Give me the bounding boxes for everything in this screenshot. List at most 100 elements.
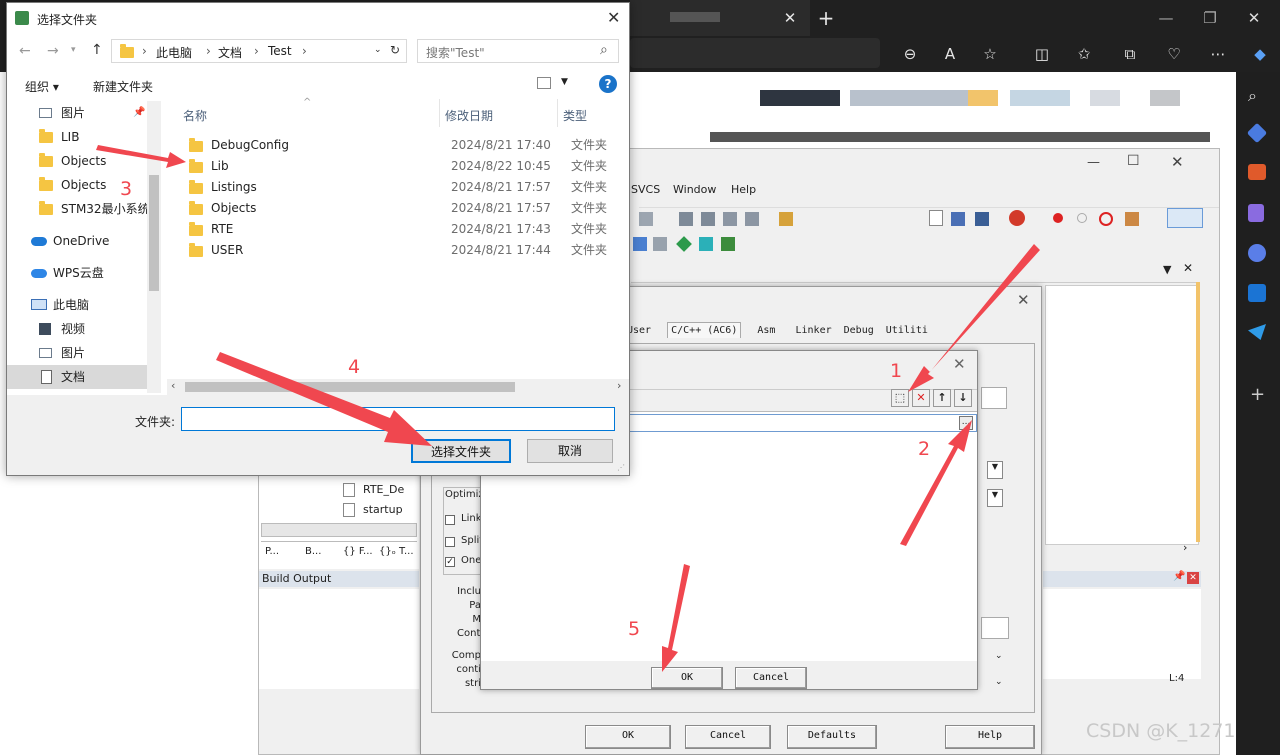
- toolbar-icon[interactable]: [721, 237, 735, 251]
- up-icon[interactable]: ↑: [91, 42, 103, 58]
- toolbox-icon[interactable]: [1248, 164, 1266, 180]
- sidebar-item-lib[interactable]: LIB: [7, 125, 147, 149]
- options-help-button[interactable]: Help: [945, 725, 1035, 749]
- help-icon[interactable]: ?: [599, 75, 617, 93]
- pin-icon[interactable]: 📌: [1173, 571, 1185, 582]
- column-name[interactable]: 名称: [183, 107, 207, 124]
- chevron-down-icon[interactable]: ⌄: [374, 45, 382, 55]
- tab-project[interactable]: P...: [265, 546, 279, 557]
- column-divider[interactable]: [439, 99, 440, 127]
- toolbar-icon[interactable]: [745, 212, 759, 226]
- scroll-left-icon[interactable]: ‹: [171, 379, 175, 392]
- browse-button-bg[interactable]: [991, 585, 1009, 605]
- sidebar-item-objects[interactable]: Objects: [7, 149, 147, 173]
- move-up-icon[interactable]: ↑: [933, 389, 951, 407]
- games-icon[interactable]: [1248, 204, 1264, 222]
- toolbar-icon[interactable]: [779, 212, 793, 226]
- sidebar-item-pictures[interactable]: 图片 📌: [7, 101, 147, 125]
- tag-icon[interactable]: [1246, 122, 1268, 144]
- tab-templates[interactable]: {}ₒ T...: [379, 546, 414, 557]
- toolbar-icon[interactable]: [653, 237, 667, 251]
- copilot-icon[interactable]: ◆: [1246, 40, 1274, 68]
- copilot-sidebar-icon[interactable]: [1248, 244, 1266, 262]
- more-icon[interactable]: ⋯: [1204, 40, 1232, 68]
- sidebar-item-onedrive[interactable]: OneDrive: [7, 229, 147, 253]
- toolbar-icon[interactable]: [676, 236, 692, 252]
- dialog-close-icon[interactable]: ✕: [1017, 291, 1030, 309]
- editor-area[interactable]: [1045, 285, 1199, 545]
- scroll-right-icon[interactable]: ›: [617, 379, 621, 392]
- project-file[interactable]: RTE_De: [363, 483, 404, 496]
- cancel-button[interactable]: 取消: [527, 439, 613, 463]
- scroll-right-icon[interactable]: ›: [1183, 541, 1187, 554]
- search-icon[interactable]: ⌕: [600, 42, 608, 58]
- sidebar-item-videos[interactable]: 视频: [7, 317, 147, 341]
- address-breadcrumb[interactable]: › 此电脑 › 文档 › Test › ⌄ ↻: [111, 39, 407, 63]
- browse-button[interactable]: ...: [959, 416, 973, 430]
- tab-utilities[interactable]: Utiliti: [886, 325, 928, 336]
- tab-debug[interactable]: Debug: [844, 325, 874, 336]
- collections-icon[interactable]: ⧉: [1116, 40, 1144, 68]
- file-row[interactable]: DebugConfig 2024/8/21 17:40 文件夹: [175, 135, 615, 156]
- select-folder-button[interactable]: 选择文件夹: [411, 439, 511, 463]
- file-row[interactable]: Objects 2024/8/21 17:57 文件夹: [175, 198, 615, 219]
- toolbar-icon[interactable]: [699, 237, 713, 251]
- pane-close-icon[interactable]: ✕: [1183, 261, 1193, 275]
- toolbar-icon[interactable]: [679, 212, 693, 226]
- split-checkbox[interactable]: [445, 537, 455, 547]
- split-screen-icon[interactable]: ◫: [1028, 40, 1056, 68]
- options-ok-button[interactable]: OK: [585, 725, 671, 749]
- tab-functions[interactable]: {} F...: [343, 546, 373, 557]
- maximize-icon[interactable]: ❐: [1196, 4, 1224, 32]
- dialog-close-icon[interactable]: ✕: [953, 355, 966, 373]
- favorite-star-icon[interactable]: ☆: [976, 40, 1004, 68]
- menu-window[interactable]: Window: [673, 183, 716, 196]
- address-bar[interactable]: [630, 38, 880, 68]
- options-defaults-button[interactable]: Defaults: [787, 725, 877, 749]
- one-checkbox[interactable]: ✓: [445, 557, 455, 567]
- sidebar-item-wps[interactable]: WPS云盘: [7, 261, 147, 285]
- kill-breakpoints-icon[interactable]: [1099, 212, 1113, 226]
- tab-linker[interactable]: Linker: [795, 325, 831, 336]
- dropdown-icon[interactable]: ▼: [987, 461, 1003, 479]
- scroll-down-icon[interactable]: ⌄: [995, 677, 1003, 687]
- file-row[interactable]: Lib 2024/8/22 10:45 文件夹: [175, 156, 615, 177]
- dropdown-icon[interactable]: ▼: [987, 489, 1003, 507]
- toolbar-icon[interactable]: [701, 212, 715, 226]
- scroll-down-icon[interactable]: ⌄: [995, 651, 1003, 661]
- toolbar-icon[interactable]: [723, 212, 737, 226]
- toolbar-icon[interactable]: [633, 237, 647, 251]
- view-dropdown-icon[interactable]: ▼: [561, 77, 568, 87]
- organize-button[interactable]: 组织 ▾: [25, 78, 59, 95]
- forward-icon[interactable]: →: [47, 43, 59, 59]
- performance-icon[interactable]: ♡: [1160, 40, 1188, 68]
- scrollbar-thumb[interactable]: [185, 382, 515, 392]
- browser-tab[interactable]: ✕: [630, 0, 810, 36]
- add-icon[interactable]: +: [1250, 384, 1265, 405]
- breadcrumb-test[interactable]: Test: [268, 44, 292, 58]
- toolbar-icon[interactable]: [639, 212, 653, 226]
- toolbar-icon[interactable]: [1125, 212, 1139, 226]
- toolbar-icon[interactable]: [951, 212, 965, 226]
- file-row[interactable]: Listings 2024/8/21 17:57 文件夹: [175, 177, 615, 198]
- sidebar-item-documents[interactable]: 文档: [7, 365, 147, 389]
- file-row[interactable]: RTE 2024/8/21 17:43 文件夹: [175, 219, 615, 240]
- keil-maximize-icon[interactable]: ☐: [1127, 153, 1140, 169]
- project-file[interactable]: startup: [363, 503, 403, 516]
- breakpoint-disabled-icon[interactable]: [1077, 213, 1087, 223]
- panel-close-icon[interactable]: ✕: [1187, 572, 1199, 584]
- recent-dropdown-icon[interactable]: ▾: [71, 45, 76, 55]
- sidebar-item-pictures-2[interactable]: 图片: [7, 341, 147, 365]
- horizontal-scrollbar[interactable]: [261, 523, 417, 537]
- view-icon[interactable]: [537, 77, 551, 89]
- refresh-icon[interactable]: ↻: [390, 43, 400, 57]
- sidebar-item-this-pc[interactable]: 此电脑: [7, 293, 147, 317]
- column-date[interactable]: 修改日期: [445, 107, 493, 124]
- move-down-icon[interactable]: ↓: [954, 389, 972, 407]
- menu-help[interactable]: Help: [731, 183, 756, 196]
- toolbar-icon[interactable]: [975, 212, 989, 226]
- dropdown-icon[interactable]: [929, 210, 943, 226]
- tab-asm[interactable]: Asm: [757, 325, 775, 336]
- delete-icon[interactable]: ✕: [912, 389, 930, 407]
- define-field[interactable]: [981, 387, 1007, 409]
